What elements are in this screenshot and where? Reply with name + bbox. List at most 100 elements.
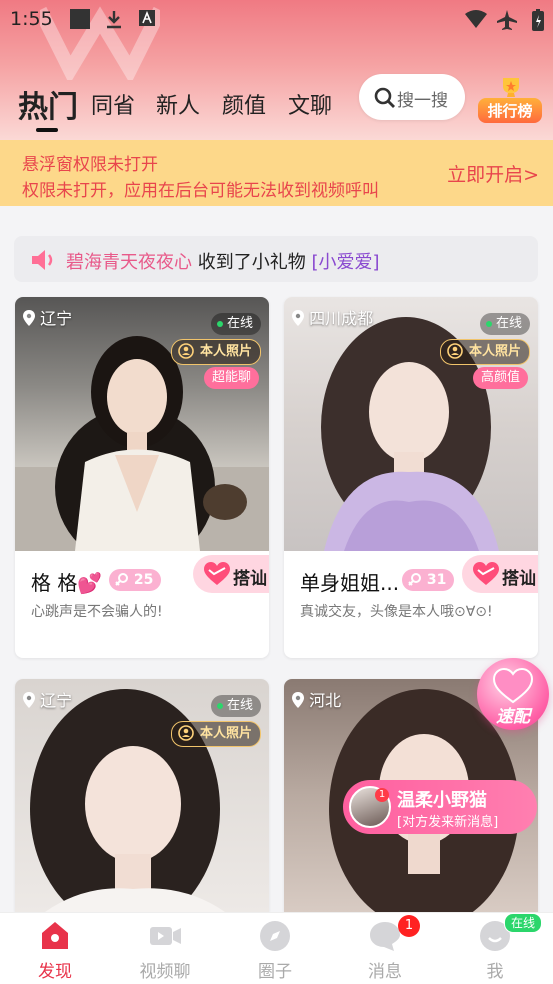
feature-tag: 高颜值 xyxy=(472,367,528,389)
portrait-illustration xyxy=(321,317,499,551)
verified-text: 本人照片 xyxy=(199,344,252,359)
verified-text: 本人照片 xyxy=(468,344,521,359)
messages-badge: 1 xyxy=(398,915,420,937)
verified-user-icon xyxy=(447,343,463,359)
status-bar: 1:55 xyxy=(0,0,553,38)
user-bio: 心跳声是不会骗人的! xyxy=(31,604,163,620)
verified-user-icon xyxy=(178,343,194,359)
message-sender-name: 温柔小野猫 xyxy=(397,790,487,811)
tab-looks[interactable]: 颜值 xyxy=(222,88,266,120)
location-pin-icon xyxy=(23,692,35,708)
nickname: 格 格💕 xyxy=(31,571,103,595)
airplane-mode-icon xyxy=(497,10,517,30)
search-icon xyxy=(374,87,395,108)
status-time: 1:55 xyxy=(10,8,53,30)
greet-label: 搭讪 xyxy=(233,569,267,589)
online-status: 在线 xyxy=(210,695,261,717)
location-label: 辽宁 xyxy=(23,305,72,329)
location-text: 辽宁 xyxy=(40,691,73,710)
compass-icon xyxy=(260,921,290,951)
notification-icon xyxy=(70,9,90,29)
nav-me[interactable]: 在线 我 xyxy=(440,913,550,984)
active-tab-indicator xyxy=(36,128,58,132)
notice-text: 收到了小礼物 xyxy=(192,252,312,273)
online-status: 在线 xyxy=(210,313,261,335)
user-photo[interactable]: 辽宁 在线 本人照片 超能聊 xyxy=(15,297,269,551)
tab-hot[interactable]: 热门 xyxy=(18,82,78,126)
online-dot-icon xyxy=(485,320,492,327)
greet-button[interactable]: 搭讪 xyxy=(462,555,538,593)
location-text: 辽宁 xyxy=(40,309,73,328)
search-label: 搜一搜 xyxy=(397,91,448,111)
nav-me-label: 我 xyxy=(486,962,504,982)
bottom-navigation: 发现 视频聊 圈子 1 消息 在线 我 xyxy=(0,912,553,984)
speed-match-label: 速配 xyxy=(496,707,530,727)
video-camera-icon xyxy=(150,927,181,945)
nav-video-chat-label: 视频聊 xyxy=(139,962,191,982)
level-badge: 31 xyxy=(402,569,455,591)
level-value: 25 xyxy=(133,572,154,588)
chat-bubble-icon xyxy=(370,922,400,951)
ranking-label: 排行榜 xyxy=(478,98,542,123)
notice-sender[interactable]: 碧海青天夜夜心 xyxy=(66,252,192,273)
nav-video-chat[interactable]: 视频聊 xyxy=(110,913,220,984)
user-card[interactable]: 四川成都 在线 本人照片 高颜值 单身姐姐... 31 搭讪 真诚交友，头像是本… xyxy=(284,297,538,658)
online-text: 在线 xyxy=(495,316,522,331)
nav-discover-label: 发现 xyxy=(38,962,72,982)
location-label: 辽宁 xyxy=(23,687,72,711)
location-label: 四川成都 xyxy=(292,305,373,329)
location-pin-icon xyxy=(23,310,35,326)
online-dot-icon xyxy=(216,320,223,327)
user-card[interactable]: 辽宁 在线 本人照片 xyxy=(15,679,269,912)
permission-warning-banner: 悬浮窗权限未打开 权限未打开，应用在后台可能无法收到视频呼叫 立即开启> xyxy=(0,140,553,206)
tab-same-province[interactable]: 同省 xyxy=(91,88,135,120)
trophy-icon xyxy=(503,78,519,97)
speed-match-button[interactable]: 速配 xyxy=(477,658,549,730)
level-badge: 25 xyxy=(109,569,162,591)
nav-messages-label: 消息 xyxy=(368,962,402,982)
verified-photo-badge: 本人照片 xyxy=(170,339,261,365)
speaker-icon xyxy=(32,250,53,270)
notice-gift: [小爱爱] xyxy=(311,252,380,273)
search-button[interactable]: 搜一搜 xyxy=(359,74,465,120)
user-photo[interactable]: 四川成都 在线 本人照片 高颜值 xyxy=(284,297,538,551)
nav-circle[interactable]: 圈子 xyxy=(220,913,330,984)
nickname: 单身姐姐... xyxy=(300,571,400,595)
user-card[interactable]: 辽宁 在线 本人照片 超能聊 格 格💕 25 搭讪 心跳声是不会骗人的! xyxy=(15,297,269,658)
warning-description: 权限未打开，应用在后台可能无法收到视频呼叫 xyxy=(22,181,379,201)
app-notification-icon xyxy=(139,10,155,26)
nav-discover[interactable]: 发现 xyxy=(0,913,110,984)
nav-messages[interactable]: 1 消息 xyxy=(330,913,440,984)
heart-greet-icon xyxy=(473,562,499,585)
feature-tag: 超能聊 xyxy=(203,367,259,389)
verified-text: 本人照片 xyxy=(199,726,252,741)
location-pin-icon xyxy=(292,692,304,708)
greet-label: 搭讪 xyxy=(502,569,536,589)
online-text: 在线 xyxy=(226,698,253,713)
location-label: 河北 xyxy=(292,687,341,711)
location-pin-icon xyxy=(292,310,304,326)
portrait-illustration xyxy=(15,336,269,551)
heart-icon xyxy=(493,668,533,704)
new-message-popup[interactable]: 1 温柔小野猫 [对方发来新消息] xyxy=(343,780,537,834)
verified-photo-badge: 本人照片 xyxy=(170,721,261,747)
ranking-button[interactable]: 排行榜 xyxy=(478,74,542,124)
enable-now-button[interactable]: 立即开启> xyxy=(447,160,539,187)
online-text: 在线 xyxy=(226,316,253,331)
unread-count-badge: 1 xyxy=(375,788,389,802)
online-status: 在线 xyxy=(479,313,530,335)
level-value: 31 xyxy=(426,572,447,588)
online-dot-icon xyxy=(216,702,223,709)
female-icon xyxy=(115,573,128,586)
warning-title: 悬浮窗权限未打开 xyxy=(22,155,158,175)
greet-button[interactable]: 搭讪 xyxy=(193,555,269,593)
tab-text-chat[interactable]: 文聊 xyxy=(288,88,332,120)
user-photo[interactable]: 辽宁 在线 本人照片 xyxy=(15,679,269,912)
heart-greet-icon xyxy=(204,562,230,585)
online-status-badge: 在线 xyxy=(504,913,543,933)
gift-notice-bar: 碧海青天夜夜心 收到了小礼物 [小爱爱] xyxy=(14,236,538,282)
location-text: 河北 xyxy=(309,691,342,710)
nav-circle-label: 圈子 xyxy=(258,962,292,982)
tab-newcomers[interactable]: 新人 xyxy=(156,88,200,120)
female-icon xyxy=(408,573,421,586)
